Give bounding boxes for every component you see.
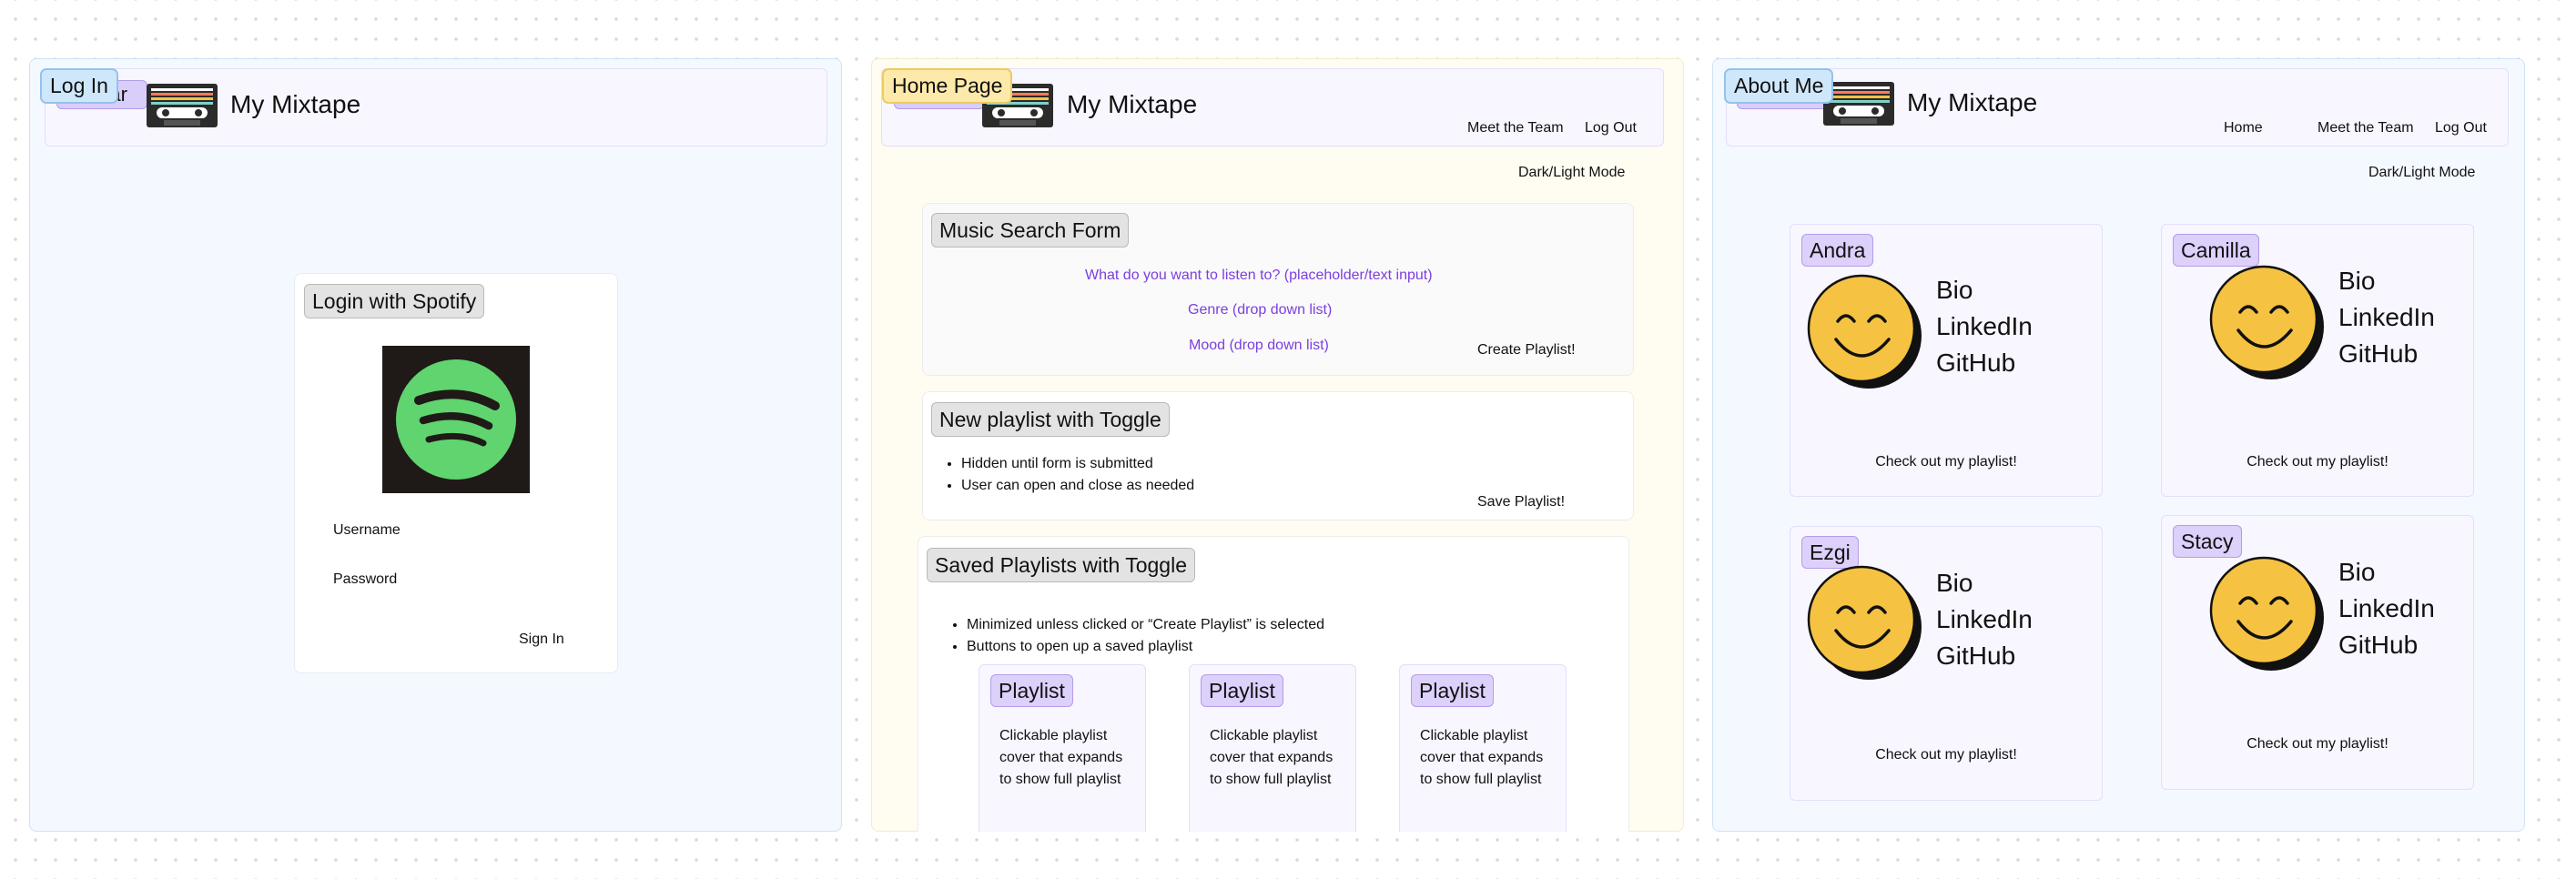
- team-member-card-andra: Andra Bio LinkedIn GitHub Check out my p…: [1790, 224, 2103, 497]
- nav-log-out[interactable]: Log Out: [2435, 120, 2487, 136]
- member-links: Bio LinkedIn GitHub: [1936, 272, 2033, 381]
- new-playlist-heading: New playlist with Toggle: [931, 402, 1170, 437]
- search-form-heading: Music Search Form: [931, 213, 1130, 248]
- list-item: Minimized unless clicked or “Create Play…: [967, 614, 1324, 636]
- member-playlist-link[interactable]: Check out my playlist!: [1790, 454, 2102, 470]
- dark-light-mode-toggle[interactable]: Dark/Light Mode: [2368, 165, 2475, 181]
- member-name: Camilla: [2173, 234, 2259, 267]
- nav-log-out[interactable]: Log Out: [1585, 120, 1637, 136]
- save-playlist-button[interactable]: Save Playlist!: [1477, 494, 1565, 510]
- smiley-avatar-icon: [2209, 265, 2324, 379]
- nav-meet-the-team[interactable]: Meet the Team: [1467, 120, 1564, 136]
- app-title: My Mixtape: [230, 90, 361, 118]
- member-name: Stacy: [2173, 525, 2242, 558]
- list-item: User can open and close as needed: [961, 475, 1194, 497]
- app-title: My Mixtape: [1907, 88, 2038, 116]
- smiley-avatar-icon: [1807, 274, 1922, 389]
- linkedin-link[interactable]: LinkedIn: [2338, 299, 2435, 336]
- nav-home[interactable]: Home: [2224, 120, 2263, 136]
- smiley-avatar-icon: [1807, 565, 1922, 680]
- bio-link[interactable]: Bio: [1936, 565, 2033, 601]
- playlist-description: Clickable playlist cover that expands to…: [1420, 728, 1544, 787]
- nav-meet-the-team[interactable]: Meet the Team: [2317, 120, 2414, 136]
- member-links: Bio LinkedIn GitHub: [2338, 554, 2435, 663]
- github-link[interactable]: GitHub: [2338, 336, 2435, 372]
- list-item: Hidden until form is submitted: [961, 453, 1194, 475]
- search-input[interactable]: What do you want to listen to? (placehol…: [1085, 268, 1433, 284]
- member-playlist-link[interactable]: Check out my playlist!: [2162, 736, 2473, 753]
- team-member-card-stacy: Stacy Bio LinkedIn GitHub Check out my p…: [2161, 515, 2474, 790]
- mood-dropdown[interactable]: Mood (drop down list): [1189, 338, 1329, 354]
- bio-link[interactable]: Bio: [2338, 554, 2435, 591]
- saved-playlists-heading: Saved Playlists with Toggle: [927, 548, 1195, 582]
- spotify-logo-icon: [382, 346, 530, 493]
- dark-light-mode-toggle[interactable]: Dark/Light Mode: [1518, 165, 1625, 181]
- linkedin-link[interactable]: LinkedIn: [2338, 591, 2435, 627]
- playlist-card[interactable]: Playlist Clickable playlist cover that e…: [1189, 664, 1356, 832]
- linkedin-link[interactable]: LinkedIn: [1936, 601, 2033, 638]
- playlist-description: Clickable playlist cover that expands to…: [999, 728, 1123, 787]
- frame-label-login: Log In: [40, 68, 118, 104]
- github-link[interactable]: GitHub: [1936, 345, 2033, 381]
- member-playlist-link[interactable]: Check out my playlist!: [2162, 454, 2473, 470]
- playlist-card[interactable]: Playlist Clickable playlist cover that e…: [979, 664, 1146, 832]
- github-link[interactable]: GitHub: [2338, 627, 2435, 663]
- playlist-title: Playlist: [990, 674, 1073, 707]
- frame-label-home: Home Page: [882, 68, 1013, 104]
- bio-link[interactable]: Bio: [2338, 263, 2435, 299]
- password-field[interactable]: Password: [333, 571, 397, 588]
- new-playlist-notes: Hidden until form is submitted User can …: [941, 453, 1194, 497]
- cassette-logo: [147, 84, 218, 127]
- member-name: Andra: [1801, 234, 1874, 267]
- team-member-card-ezgi: Ezgi Bio LinkedIn GitHub Check out my pl…: [1790, 526, 2103, 801]
- sign-in-button[interactable]: Sign In: [519, 631, 564, 648]
- bio-link[interactable]: Bio: [1936, 272, 2033, 308]
- github-link[interactable]: GitHub: [1936, 638, 2033, 674]
- linkedin-link[interactable]: LinkedIn: [1936, 308, 2033, 345]
- saved-playlists-notes: Minimized unless clicked or “Create Play…: [947, 614, 1324, 658]
- smiley-avatar-icon: [2209, 556, 2324, 671]
- frame-label-about: About Me: [1724, 68, 1834, 104]
- member-playlist-link[interactable]: Check out my playlist!: [1790, 747, 2102, 763]
- create-playlist-button[interactable]: Create Playlist!: [1477, 342, 1576, 359]
- member-links: Bio LinkedIn GitHub: [1936, 565, 2033, 674]
- playlist-card[interactable]: Playlist Clickable playlist cover that e…: [1399, 664, 1567, 832]
- team-member-card-camilla: Camilla Bio LinkedIn GitHub Check out my…: [2161, 224, 2474, 497]
- username-field[interactable]: Username: [333, 522, 401, 539]
- playlist-title: Playlist: [1411, 674, 1494, 707]
- app-title: My Mixtape: [1067, 90, 1198, 118]
- list-item: Buttons to open up a saved playlist: [967, 636, 1324, 658]
- playlist-title: Playlist: [1201, 674, 1283, 707]
- member-links: Bio LinkedIn GitHub: [2338, 263, 2435, 372]
- genre-dropdown[interactable]: Genre (drop down list): [1188, 302, 1332, 318]
- playlist-description: Clickable playlist cover that expands to…: [1210, 728, 1334, 787]
- login-card-heading: Login with Spotify: [304, 284, 485, 318]
